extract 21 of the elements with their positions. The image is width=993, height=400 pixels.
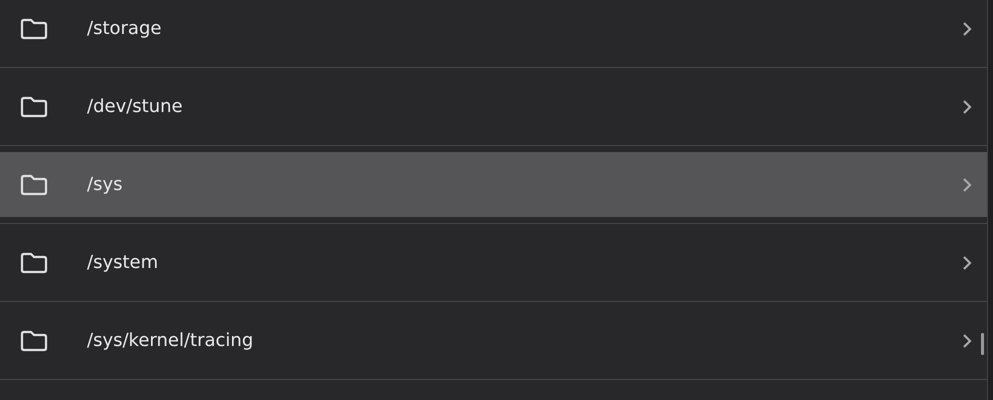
folder-row[interactable]: /storage xyxy=(0,0,987,61)
chevron-right-icon xyxy=(961,176,973,192)
folder-path: /dev/stune xyxy=(87,96,184,117)
folder-path: /sys/kernel/tracing xyxy=(87,330,254,351)
folder-icon xyxy=(20,174,48,196)
folder-path: /storage xyxy=(87,18,162,39)
folder-row[interactable]: /sys/kernel/tracing xyxy=(0,308,987,373)
folder-icon xyxy=(20,96,48,118)
folder-row[interactable]: /sys xyxy=(0,152,987,217)
folder-icon xyxy=(20,18,48,40)
folder-row[interactable]: /dev/stune xyxy=(0,74,987,139)
folder-icon xyxy=(20,252,48,274)
folder-path: /system xyxy=(87,252,160,273)
folder-icon xyxy=(20,330,48,352)
chevron-right-icon xyxy=(961,332,973,348)
scrollbar-thumb[interactable] xyxy=(981,333,984,355)
folder-path: /sys xyxy=(87,174,124,195)
chevron-right-icon xyxy=(961,20,973,36)
folder-row[interactable]: /system xyxy=(0,230,987,295)
chevron-right-icon xyxy=(961,98,973,114)
chevron-right-icon xyxy=(961,254,973,270)
